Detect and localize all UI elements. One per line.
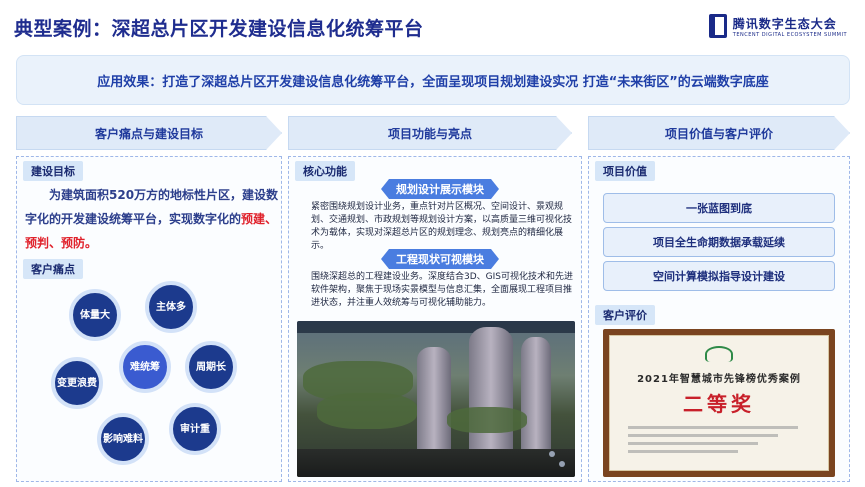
render-toolbar bbox=[297, 321, 575, 333]
module-title-planning: 规划设计展示模块 bbox=[381, 179, 499, 199]
logo-mark-icon bbox=[708, 14, 727, 38]
pain-bubble-label: 难统筹 bbox=[130, 361, 160, 373]
render-terrace bbox=[447, 407, 527, 433]
goal-text: 为建筑面积520万方的地标性片区，建设数字化的开发建设统筹平台，实现数字化的预建… bbox=[25, 183, 281, 255]
certificate-text-line bbox=[628, 426, 798, 429]
pain-bubble: 审计重 bbox=[169, 403, 221, 455]
left-panel: 建设目标 为建筑面积520万方的地标性片区，建设数字化的开发建设统筹平台，实现数… bbox=[16, 156, 282, 482]
render-tower bbox=[469, 327, 513, 457]
pain-bubble: 主体多 bbox=[145, 281, 197, 333]
pain-bubble: 难统筹 bbox=[119, 341, 171, 393]
certificate-emblem-icon bbox=[705, 346, 733, 362]
effect-banner: 应用效果：打造了深超总片区开发建设信息化统筹平台，全面呈现项目规划建设实况 打造… bbox=[16, 55, 850, 105]
pain-bubble-label: 体量大 bbox=[80, 309, 110, 321]
award-certificate-image: 2021年智慧城市先锋榜优秀案例 二等奖 bbox=[603, 329, 835, 477]
render-control-icon bbox=[559, 461, 565, 467]
value-item: 项目全生命期数据承载延续 bbox=[603, 227, 835, 257]
certificate-title: 2021年智慧城市先锋榜优秀案例 bbox=[637, 374, 801, 385]
render-tower bbox=[521, 337, 551, 457]
pain-bubble: 周期长 bbox=[185, 341, 237, 393]
column-header-pain-points: 客户痛点与建设目标 bbox=[16, 116, 282, 150]
middle-panel: 核心功能 规划设计展示模块 紧密围绕规划设计业务，重点针对片区概况、空间设计、景… bbox=[288, 156, 582, 482]
page-title: 典型案例：深超总片区开发建设信息化统筹平台 bbox=[14, 18, 424, 40]
pain-bubble-label: 影响难料 bbox=[103, 433, 143, 445]
column-header-label: 项目功能与亮点 bbox=[387, 126, 472, 141]
module-text-engineering: 围绕深超总的工程建设业务。深度结合3D、GIS可视化技术和先进软件架构，聚焦于现… bbox=[311, 272, 573, 308]
module-title-label: 工程现状可视模块 bbox=[396, 253, 484, 266]
value-item: 空间计算模拟指导设计建设 bbox=[603, 261, 835, 291]
module-title-label: 规划设计展示模块 bbox=[396, 183, 484, 196]
tencent-logo: 腾讯数字生态大会 TENCENT DIGITAL ECOSYSTEM SUMMI… bbox=[708, 14, 847, 38]
banner-text: 应用效果：打造了深超总片区开发建设信息化统筹平台，全面呈现项目规划建设实况 打造… bbox=[97, 74, 769, 90]
column-header-label: 客户痛点与建设目标 bbox=[94, 126, 203, 141]
pain-tag: 客户痛点 bbox=[23, 259, 83, 279]
render-terrace bbox=[317, 393, 417, 429]
module-text-planning: 紧密围绕规划设计业务，重点针对片区概况、空间设计、景观规划、交通规划、市政规划等… bbox=[311, 202, 573, 251]
pain-bubble-label: 主体多 bbox=[156, 301, 186, 313]
pain-bubble-label: 变更浪费 bbox=[57, 377, 97, 389]
pain-bubble-label: 周期长 bbox=[196, 361, 226, 373]
render-tower bbox=[417, 347, 451, 457]
logo-text-cn: 腾讯数字生态大会 bbox=[732, 16, 837, 31]
column-header-features: 项目功能与亮点 bbox=[288, 116, 572, 150]
pain-bubble: 体量大 bbox=[69, 289, 121, 341]
pain-bubble: 变更浪费 bbox=[51, 357, 103, 409]
goal-tag: 建设目标 bbox=[23, 161, 83, 181]
pain-bubble: 影响难料 bbox=[97, 413, 149, 465]
value-tag: 项目价值 bbox=[595, 161, 655, 181]
render-control-icon bbox=[549, 451, 555, 457]
right-panel: 项目价值 一张蓝图到底 项目全生命期数据承载延续 空间计算模拟指导设计建设 客户… bbox=[588, 156, 850, 482]
column-header-label: 项目价值与客户评价 bbox=[664, 126, 773, 141]
evaluation-tag: 客户评价 bbox=[595, 305, 655, 325]
column-header-value: 项目价值与客户评价 bbox=[588, 116, 850, 150]
pain-bubble-label: 审计重 bbox=[180, 423, 210, 435]
certificate-text-line bbox=[628, 450, 738, 453]
logo-text-en: TENCENT DIGITAL ECOSYSTEM SUMMIT bbox=[732, 31, 847, 38]
city-3d-render-image bbox=[297, 321, 575, 477]
certificate-award: 二等奖 bbox=[683, 392, 755, 416]
core-tag: 核心功能 bbox=[295, 161, 355, 181]
render-road bbox=[297, 449, 575, 477]
module-title-engineering: 工程现状可视模块 bbox=[381, 249, 499, 269]
certificate-text-line bbox=[628, 434, 778, 437]
certificate-text-line bbox=[628, 442, 758, 445]
value-item: 一张蓝图到底 bbox=[603, 193, 835, 223]
